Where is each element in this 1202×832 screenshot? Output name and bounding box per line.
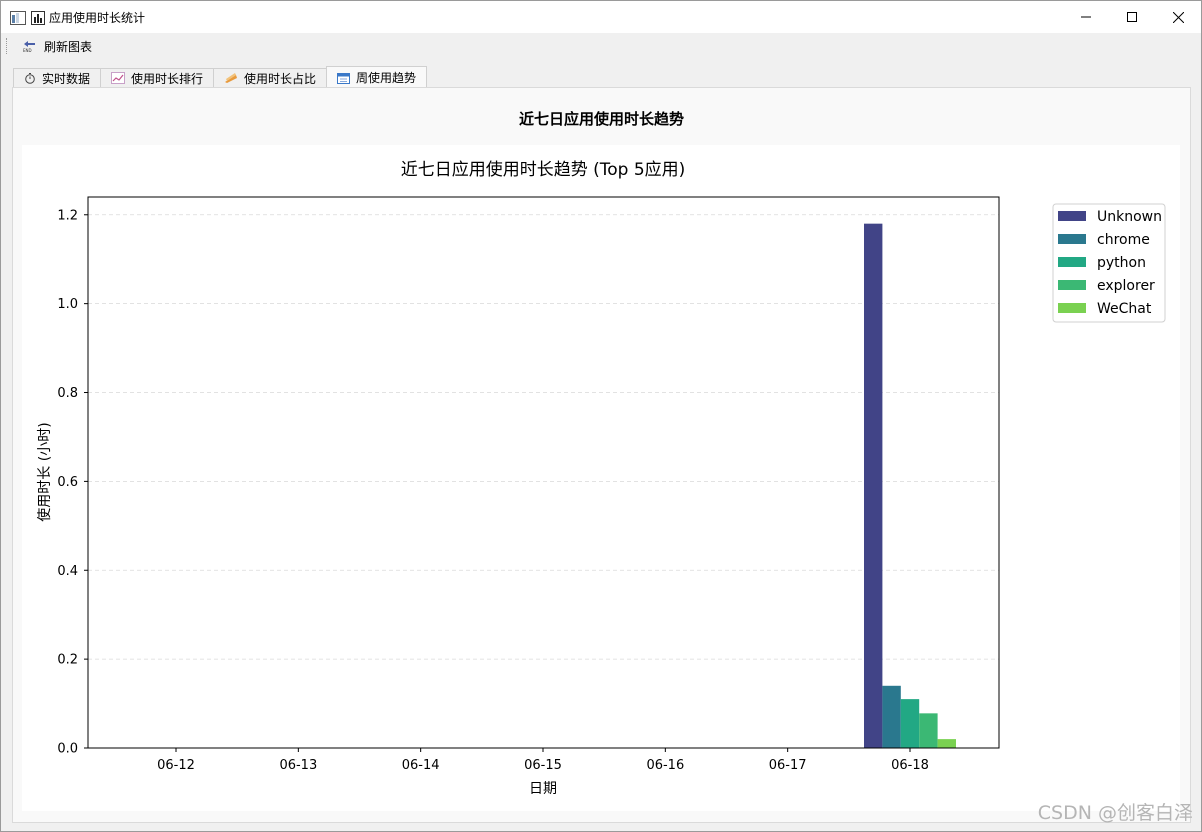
- y-tick-label: 0.2: [57, 653, 78, 668]
- window-title: 应用使用时长统计: [49, 10, 146, 25]
- bar-explorer: [919, 713, 938, 748]
- x-ticks: 06-12 06-13 06-14 06-15 06-16 06-17 06-18: [157, 748, 929, 773]
- line-chart-icon: [111, 72, 126, 84]
- y-axis-label: 使用时长 (小时): [36, 422, 53, 521]
- legend-swatch: [1058, 303, 1086, 313]
- x-tick-label: 06-18: [891, 758, 929, 773]
- panel-title: 近七日应用使用时长趋势: [518, 110, 684, 128]
- app-icon: [10, 10, 26, 25]
- tab-ranking[interactable]: 使用时长排行: [100, 68, 215, 87]
- toolbar-grip[interactable]: [6, 38, 10, 54]
- tab-label: 周使用趋势: [356, 71, 417, 85]
- window-controls: [1063, 1, 1201, 33]
- toolbar: END 刷新图表: [1, 33, 1201, 59]
- refresh-icon: END: [23, 41, 35, 53]
- pie-icon: [225, 73, 238, 83]
- y-tick-label: 1.0: [57, 297, 78, 312]
- x-tick-label: 06-12: [157, 758, 195, 773]
- stopwatch-icon: [25, 73, 35, 84]
- y-tick-label: 0.0: [57, 742, 78, 757]
- plot-frame: [87, 196, 1000, 749]
- bars: [864, 223, 956, 749]
- tab-panel-weekly-trend: 近七日应用使用时长趋势 近七日应用使用时长趋势 (Top 5应用) 0.0 0.2…: [12, 87, 1191, 823]
- x-tick-label: 06-13: [279, 758, 317, 773]
- legend-swatch: [1058, 211, 1086, 221]
- x-tick-label: 06-16: [646, 758, 684, 773]
- y-ticks: 0.0 0.2 0.4 0.6 0.8 1.0 1.2: [57, 208, 88, 757]
- watermark: CSDN @创客白泽: [1037, 802, 1193, 824]
- minimize-button[interactable]: [1063, 1, 1109, 33]
- y-tick-label: 0.8: [57, 386, 78, 401]
- close-button[interactable]: [1155, 1, 1201, 33]
- tab-bar: 实时数据 使用时长排行 使用时长占比 周使用趋势: [13, 66, 428, 88]
- bar-unknown: [864, 223, 883, 749]
- title-bar: 应用使用时长统计: [1, 1, 1201, 33]
- bar-chart-icon: [31, 10, 45, 25]
- svg-text:END: END: [23, 48, 32, 53]
- bar-python: [900, 699, 920, 748]
- x-tick-label: 06-15: [524, 758, 562, 773]
- legend-label: python: [1097, 255, 1146, 271]
- legend-label: WeChat: [1097, 301, 1152, 317]
- tab-share[interactable]: 使用时长占比: [213, 68, 328, 87]
- refresh-chart-button[interactable]: END 刷新图表: [22, 38, 92, 55]
- legend-swatch: [1058, 257, 1086, 267]
- bar-chrome: [882, 685, 901, 748]
- y-tick-label: 1.2: [57, 208, 78, 223]
- y-tick-label: 0.4: [57, 564, 78, 579]
- chart-figure: 近七日应用使用时长趋势 (Top 5应用) 0.0 0.2 0.4 0.6 0.8 1.0…: [22, 145, 1180, 811]
- x-tick-label: 06-17: [769, 758, 807, 773]
- legend-swatch: [1058, 280, 1086, 290]
- chart-title: 近七日应用使用时长趋势 (Top 5应用): [401, 159, 686, 180]
- legend-swatch: [1058, 234, 1086, 244]
- legend-label: chrome: [1097, 232, 1150, 248]
- maximize-button[interactable]: [1109, 1, 1155, 33]
- tab-label: 实时数据: [42, 71, 91, 86]
- tab-label: 使用时长占比: [244, 71, 317, 86]
- x-axis-label: 日期: [529, 781, 557, 797]
- tab-realtime[interactable]: 实时数据: [13, 68, 102, 87]
- legend-label: explorer: [1097, 278, 1155, 294]
- y-tick-label: 0.6: [57, 475, 78, 490]
- tab-weekly-trend[interactable]: 周使用趋势: [326, 66, 428, 88]
- grid-lines: [88, 214, 999, 749]
- chart-svg: 近七日应用使用时长趋势 (Top 5应用) 0.0 0.2 0.4 0.6 0.8 1.0…: [36, 159, 1166, 797]
- tab-label: 使用时长排行: [131, 71, 204, 86]
- calendar-icon: [337, 72, 351, 84]
- refresh-chart-label: 刷新图表: [44, 39, 93, 54]
- legend: Unknown chrome python explorer WeChat: [1052, 203, 1166, 323]
- legend-label: Unknown: [1097, 209, 1162, 225]
- x-tick-label: 06-14: [402, 758, 440, 773]
- app-window: 应用使用时长统计 END 刷新图表 实时数据 使用时长排行 使用时长占比 周使用…: [0, 0, 1202, 832]
- bar-wechat: [937, 739, 956, 748]
